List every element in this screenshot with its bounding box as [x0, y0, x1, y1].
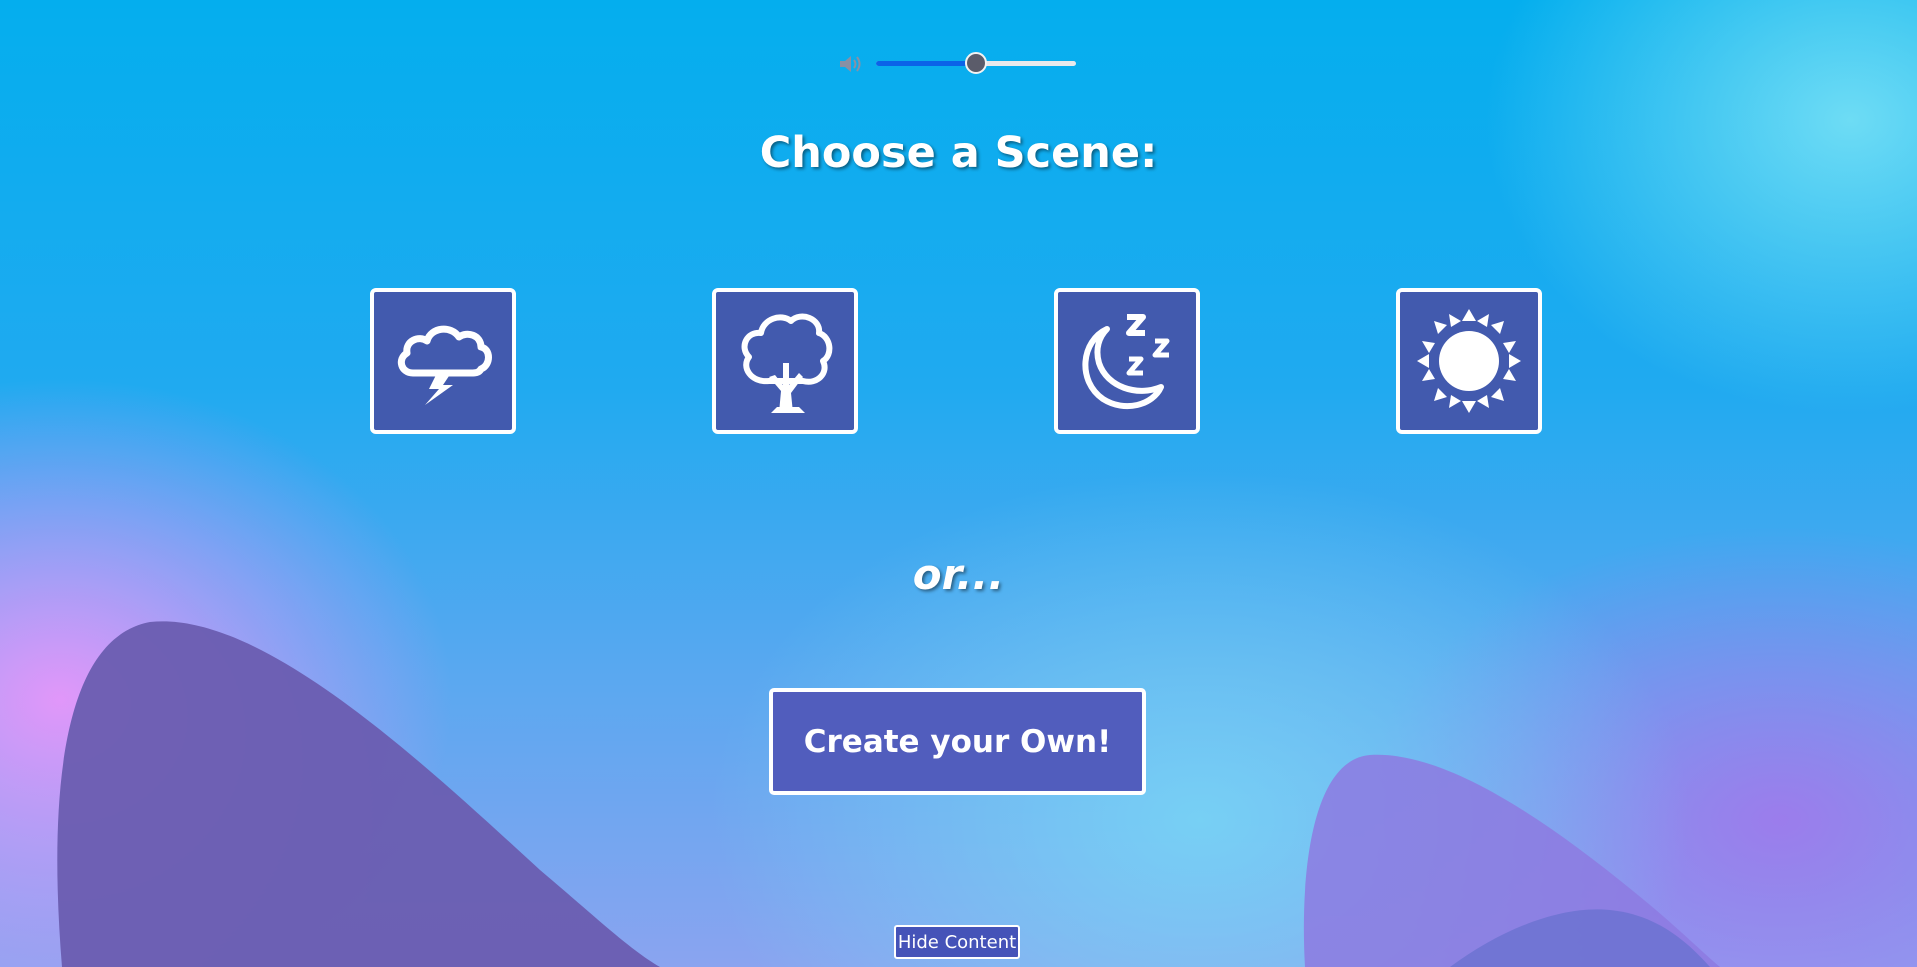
storm-cloud-icon [397, 325, 492, 405]
volume-slider-fill [876, 61, 976, 66]
tree-icon [741, 313, 833, 413]
hide-content-button[interactable]: Hide Content [894, 925, 1020, 959]
volume-slider-track[interactable] [876, 52, 1076, 74]
moon-sleep-icon [1082, 314, 1170, 410]
scene-storm-button[interactable] [370, 288, 516, 434]
or-divider-text: or... [912, 550, 1005, 599]
scene-forest-button[interactable] [712, 288, 858, 434]
scene-sunny-button[interactable] [1396, 288, 1542, 434]
speaker-icon[interactable] [838, 53, 864, 75]
page-title: Choose a Scene: [759, 128, 1158, 178]
scene-night-button[interactable] [1054, 288, 1200, 434]
volume-control[interactable] [838, 50, 1078, 78]
volume-slider-thumb[interactable] [965, 52, 987, 74]
sun-icon [1417, 309, 1521, 413]
create-your-own-button[interactable]: Create your Own! [769, 688, 1146, 795]
